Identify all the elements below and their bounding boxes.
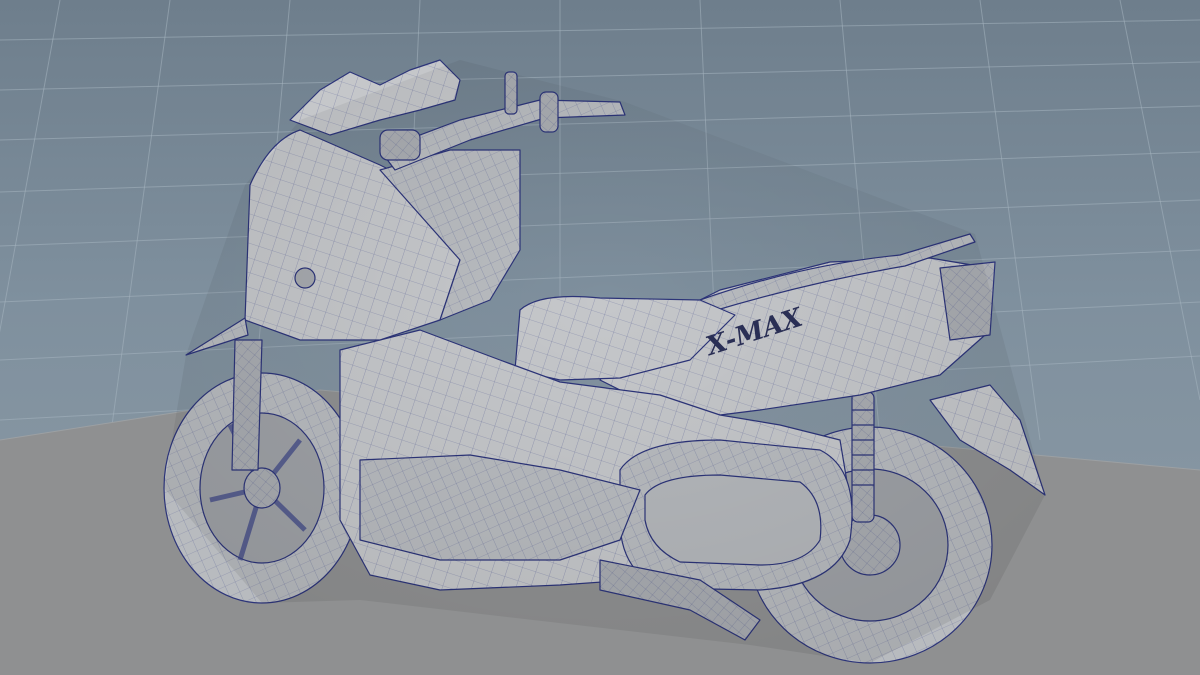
model-shading [164,60,1045,663]
viewport-scene[interactable]: X-MAX [0,0,1200,675]
scooter-model[interactable]: X-MAX [163,59,1046,664]
3d-viewport[interactable]: X-MAX [0,0,1200,675]
